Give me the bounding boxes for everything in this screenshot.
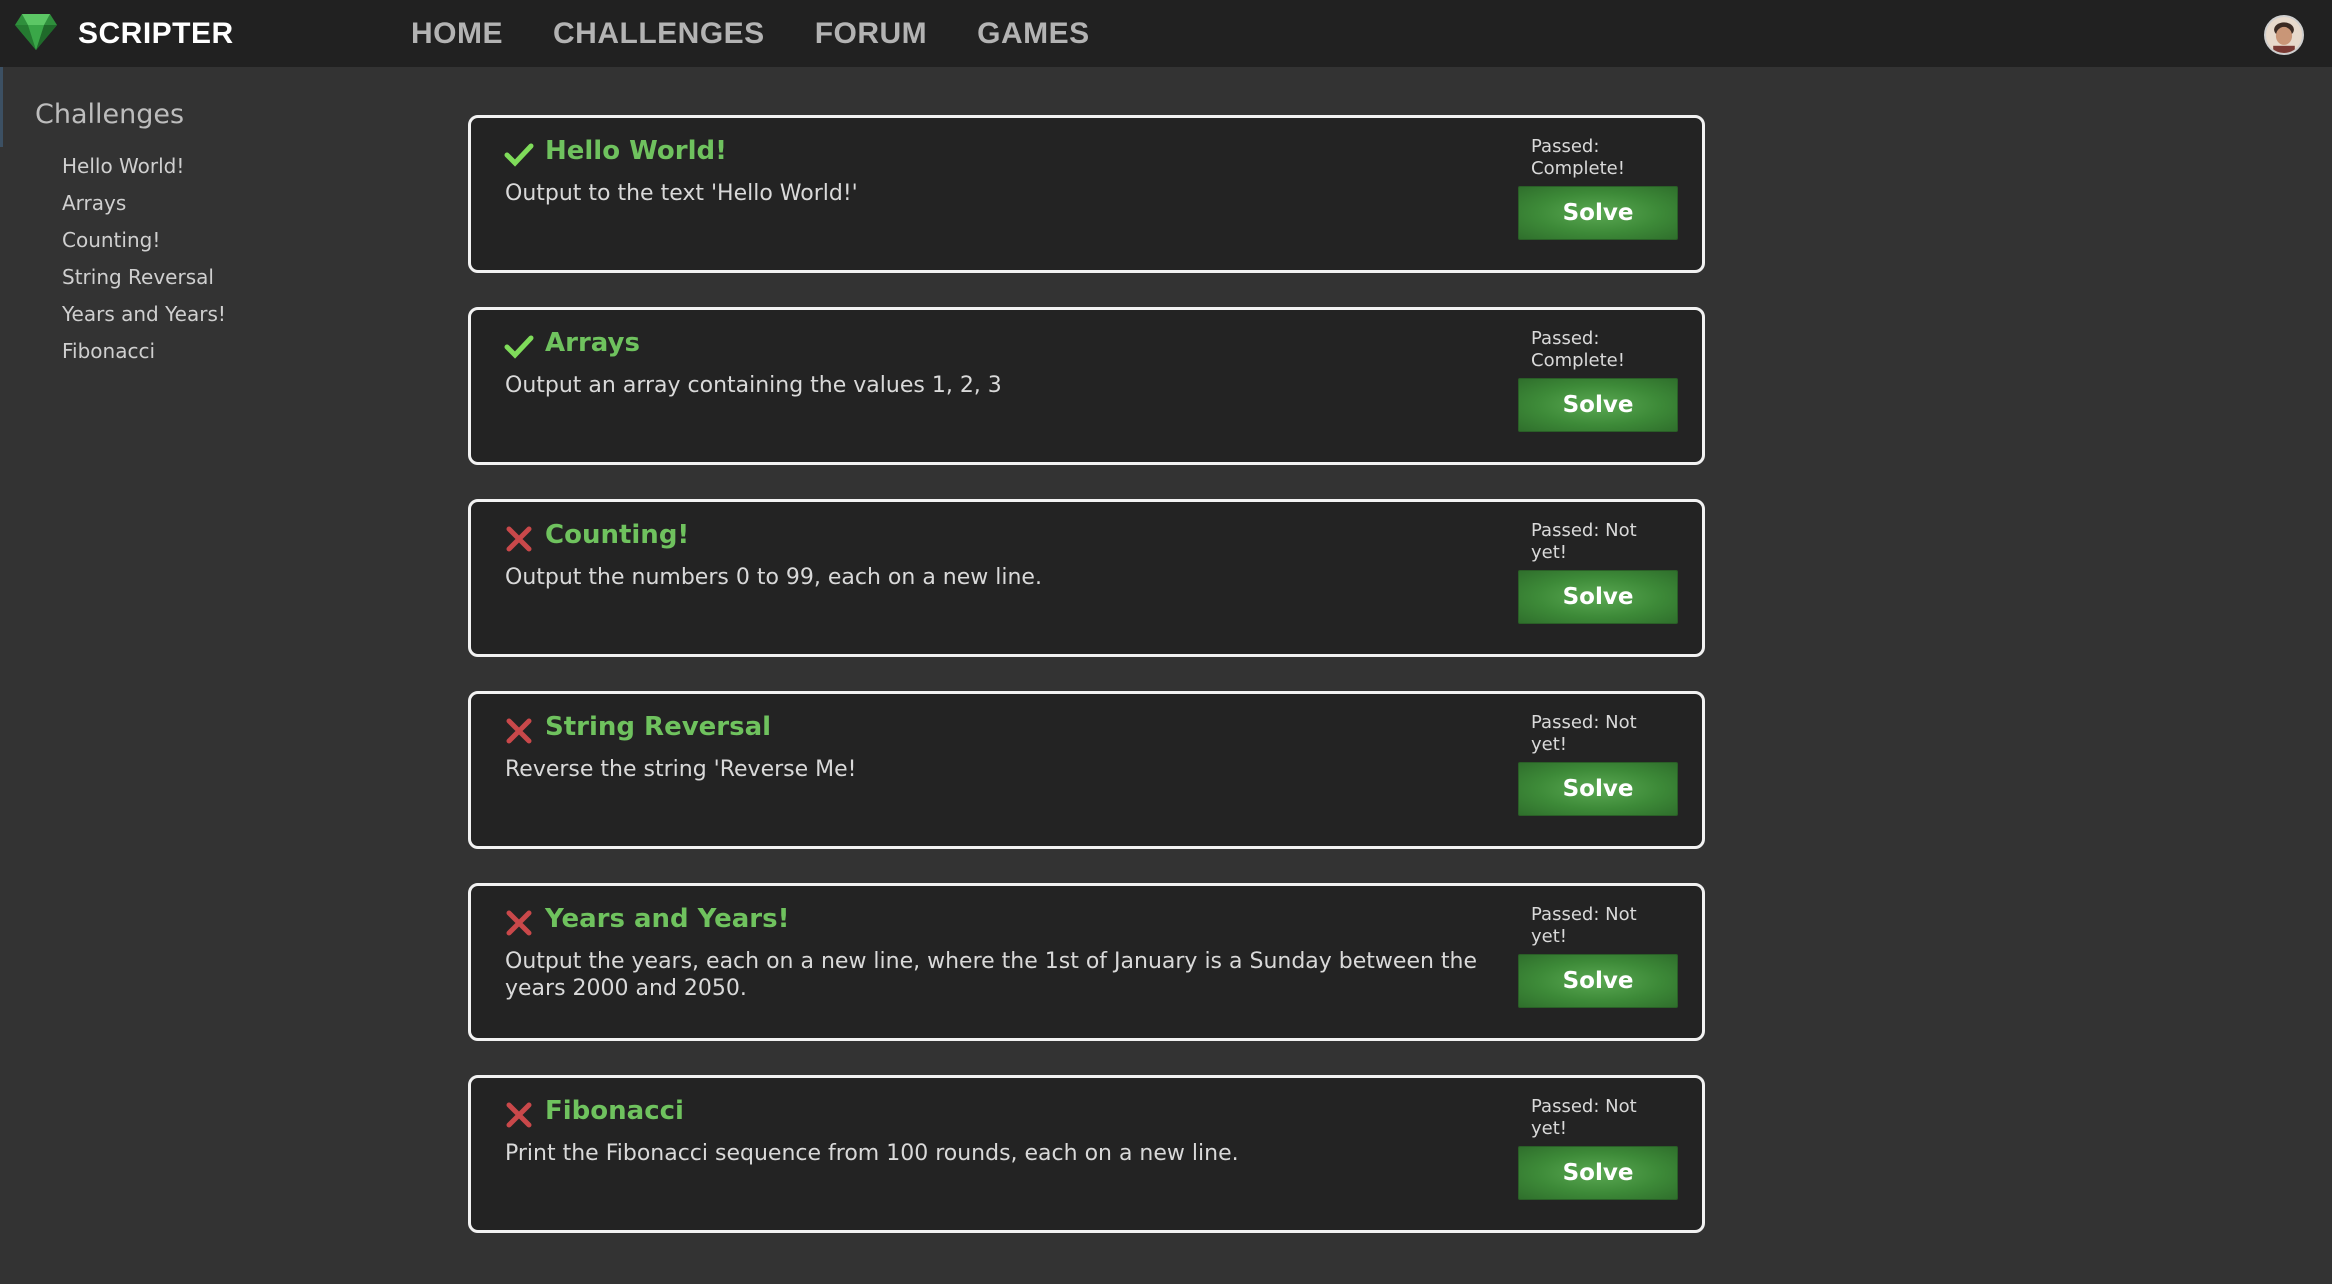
challenge-card: Years and Years! Output the years, each … — [468, 883, 1705, 1041]
challenge-description: Output to the text 'Hello World!' — [505, 181, 858, 206]
sidebar-item-fibonacci[interactable]: Fibonacci — [62, 336, 226, 373]
nav-forum[interactable]: FORUM — [815, 17, 927, 51]
solve-button[interactable]: Solve — [1518, 954, 1678, 1008]
main-nav: HOME CHALLENGES FORUM GAMES — [411, 0, 1140, 67]
challenge-card: Hello World! Output to the text 'Hello W… — [468, 115, 1705, 273]
nav-challenges[interactable]: CHALLENGES — [553, 17, 765, 51]
solve-button[interactable]: Solve — [1518, 186, 1678, 240]
challenge-status-text: Passed: Not yet! — [1531, 520, 1637, 563]
challenge-title: Years and Years! — [545, 904, 790, 934]
gem-logo-icon — [14, 12, 58, 56]
sidebar-item-arrays[interactable]: Arrays — [62, 188, 226, 225]
challenge-status-text: Passed: Complete! — [1531, 136, 1625, 179]
cross-icon — [503, 715, 535, 747]
challenge-list: Hello World! Output to the text 'Hello W… — [468, 115, 1705, 1267]
cross-icon — [503, 1099, 535, 1131]
challenge-card: Fibonacci Print the Fibonacci sequence f… — [468, 1075, 1705, 1233]
app-name: SCRIPTER — [78, 17, 234, 50]
challenge-status-text: Passed: Not yet! — [1531, 904, 1637, 947]
sidebar-item-years-and-years[interactable]: Years and Years! — [62, 299, 226, 336]
sidebar-list: Hello World! Arrays Counting! String Rev… — [62, 151, 226, 373]
challenge-title: String Reversal — [545, 712, 772, 742]
challenge-card: String Reversal Reverse the string 'Reve… — [468, 691, 1705, 849]
challenge-status-text: Passed: Complete! — [1531, 328, 1625, 371]
challenge-description: Output an array containing the values 1,… — [505, 373, 1002, 398]
challenge-description: Output the years, each on a new line, wh… — [505, 949, 1478, 1001]
challenge-card: Arrays Output an array containing the va… — [468, 307, 1705, 465]
solve-button[interactable]: Solve — [1518, 378, 1678, 432]
challenge-title: Fibonacci — [545, 1096, 684, 1126]
nav-games[interactable]: GAMES — [977, 17, 1090, 51]
challenge-status-text: Passed: Not yet! — [1531, 1096, 1637, 1139]
brand[interactable]: SCRIPTER — [14, 14, 234, 54]
challenge-status-text: Passed: Not yet! — [1531, 712, 1637, 755]
check-icon — [503, 331, 535, 363]
top-navbar: SCRIPTER HOME CHALLENGES FORUM GAMES — [0, 0, 2332, 67]
challenge-card: Counting! Output the numbers 0 to 99, ea… — [468, 499, 1705, 657]
challenge-title: Hello World! — [545, 136, 727, 166]
challenge-description: Print the Fibonacci sequence from 100 ro… — [505, 1141, 1239, 1166]
sidebar-item-hello-world[interactable]: Hello World! — [62, 151, 226, 188]
nav-home[interactable]: HOME — [411, 17, 503, 51]
cross-icon — [503, 523, 535, 555]
solve-button[interactable]: Solve — [1518, 570, 1678, 624]
challenge-description: Output the numbers 0 to 99, each on a ne… — [505, 565, 1042, 590]
solve-button[interactable]: Solve — [1518, 1146, 1678, 1200]
challenges-sidebar: Challenges Hello World! Arrays Counting!… — [0, 67, 460, 1284]
cross-icon — [503, 907, 535, 939]
challenge-description: Reverse the string 'Reverse Me! — [505, 757, 857, 782]
sidebar-item-string-reversal[interactable]: String Reversal — [62, 262, 226, 299]
sidebar-item-counting[interactable]: Counting! — [62, 225, 226, 262]
user-avatar[interactable] — [2264, 15, 2304, 55]
check-icon — [503, 139, 535, 171]
challenge-title: Counting! — [545, 520, 690, 550]
solve-button[interactable]: Solve — [1518, 762, 1678, 816]
challenge-title: Arrays — [545, 328, 640, 358]
sidebar-title: Challenges — [35, 99, 185, 130]
